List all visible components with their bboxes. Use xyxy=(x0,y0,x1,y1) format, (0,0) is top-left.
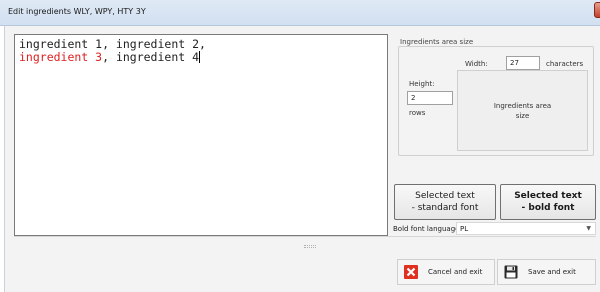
window-title: Edit ingredients WLY, WPY, HTY 3Y xyxy=(8,7,146,16)
floppy-disk-icon xyxy=(504,265,518,279)
language-value: PL xyxy=(460,225,469,233)
editor-highlighted-text: ingredient 3 xyxy=(19,50,103,64)
title-bar: Edit ingredients WLY, WPY, HTY 3Y xyxy=(0,0,600,26)
width-unit-label: characters xyxy=(546,60,584,68)
splitter-bar xyxy=(14,236,596,256)
bold-font-language-label: Bold font language xyxy=(393,225,460,233)
area-size-group-label: Ingredients area size xyxy=(400,38,474,46)
bold-font-line2: - bold font xyxy=(521,203,575,213)
editor-line-2-rest: , ingredient 4 xyxy=(102,50,200,64)
height-label: Height: xyxy=(409,80,435,88)
preview-label: Ingredients area size xyxy=(493,101,552,120)
cancel-x-icon xyxy=(404,265,418,279)
bold-font-button[interactable]: Selected text - bold font xyxy=(500,184,596,220)
cancel-and-exit-button[interactable]: Cancel and exit xyxy=(397,259,495,285)
standard-font-line2: - standard font xyxy=(411,203,479,213)
close-button[interactable] xyxy=(594,2,600,18)
standard-font-button[interactable]: Selected text - standard font xyxy=(394,184,496,220)
bold-font-line1: Selected text xyxy=(514,191,582,201)
save-and-exit-button[interactable]: Save and exit xyxy=(497,259,596,285)
width-label: Width: xyxy=(465,60,488,68)
width-input[interactable]: 27 xyxy=(506,56,540,70)
cancel-label: Cancel and exit xyxy=(428,268,483,276)
bold-font-language-select[interactable]: PL ▼ xyxy=(456,222,596,235)
ingredients-editor[interactable]: ingredient 1, ingredient 2, ingredient 3… xyxy=(14,34,388,236)
splitter-grip[interactable] xyxy=(304,245,316,248)
chevron-down-icon: ▼ xyxy=(586,225,591,232)
height-input[interactable]: 2 xyxy=(407,91,453,105)
standard-font-line1: Selected text xyxy=(415,191,475,201)
text-caret xyxy=(199,51,201,63)
height-unit-label: rows xyxy=(409,109,426,117)
save-label: Save and exit xyxy=(528,268,576,276)
ingredients-area-preview: Ingredients area size xyxy=(457,70,588,151)
editor-line-2: ingredient 3, ingredient 4 xyxy=(19,51,383,64)
